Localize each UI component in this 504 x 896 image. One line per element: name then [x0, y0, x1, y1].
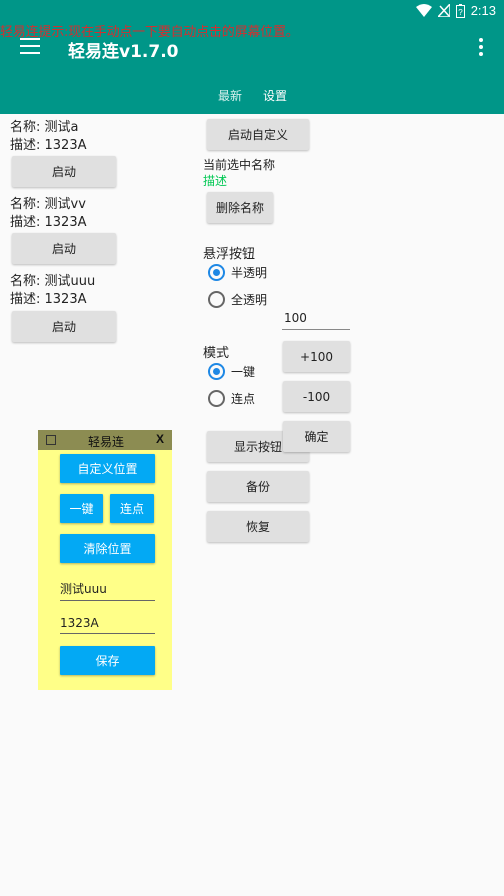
start-button[interactable]: 启动 — [12, 156, 116, 187]
status-bar: ? 2:13 — [0, 0, 504, 22]
panel-title-bar[interactable]: 轻易连 X — [38, 430, 172, 450]
app-title: 轻易连v1.7.0 — [68, 42, 179, 62]
radio-checked-icon — [208, 363, 225, 380]
item-name: 名称: 测试a — [10, 120, 79, 135]
radio-unchecked-icon — [208, 390, 225, 407]
svg-text:?: ? — [458, 8, 463, 17]
wifi-icon — [415, 4, 432, 17]
current-name-label: 当前选中名称 — [203, 158, 276, 172]
name-field[interactable]: 测试uuu — [60, 580, 155, 601]
radio-fully-transparent[interactable]: 全透明 — [208, 291, 267, 308]
restore-button[interactable]: 恢复 — [207, 511, 309, 542]
radio-one-key[interactable]: 一键 — [208, 363, 255, 380]
backup-button[interactable]: 备份 — [207, 471, 309, 502]
menu-icon[interactable] — [20, 38, 40, 54]
plus-100-button[interactable]: +100 — [283, 341, 350, 372]
start-button[interactable]: 启动 — [12, 233, 116, 264]
radio-multi-click[interactable]: 连点 — [208, 390, 255, 407]
item-name: 名称: 测试vv — [10, 197, 86, 212]
clock: 2:13 — [470, 3, 496, 18]
one-key-button[interactable]: 一键 — [60, 494, 103, 523]
panel-title: 轻易连 — [88, 435, 125, 449]
radio-label: 半透明 — [231, 266, 268, 280]
close-icon[interactable]: X — [156, 432, 164, 446]
tab-settings[interactable]: 设置 — [263, 87, 287, 104]
radio-semi-transparent[interactable]: 半透明 — [208, 264, 267, 281]
floating-panel[interactable]: 轻易连 X 自定义位置 一键 连点 清除位置 测试uuu 1323A 保存 — [38, 430, 172, 690]
desc-field[interactable]: 1323A — [60, 616, 155, 634]
current-desc-value: 描述 — [203, 174, 228, 188]
float-button-label: 悬浮按钮 — [203, 247, 256, 262]
no-signal-icon — [437, 4, 450, 17]
item-desc: 描述: 1323A — [10, 138, 87, 153]
save-button[interactable]: 保存 — [60, 646, 155, 675]
number-input[interactable]: 100 — [284, 311, 307, 325]
checkbox-icon[interactable] — [46, 435, 56, 445]
minus-100-button[interactable]: -100 — [283, 381, 350, 412]
overflow-menu-icon[interactable] — [478, 38, 484, 56]
start-button[interactable]: 启动 — [12, 311, 116, 342]
item-name: 名称: 测试uuu — [10, 274, 96, 289]
mode-label: 模式 — [203, 346, 230, 361]
start-custom-button[interactable]: 启动自定义 — [207, 119, 309, 150]
multi-click-button[interactable]: 连点 — [110, 494, 154, 523]
tab-latest[interactable]: 最新 — [218, 87, 242, 104]
item-desc: 描述: 1323A — [10, 292, 87, 307]
custom-position-button[interactable]: 自定义位置 — [60, 454, 155, 483]
radio-label: 连点 — [231, 392, 256, 406]
number-input-underline — [282, 329, 350, 330]
battery-icon: ? — [455, 3, 465, 18]
radio-checked-icon — [208, 264, 225, 281]
clear-position-button[interactable]: 清除位置 — [60, 534, 155, 563]
radio-label: 全透明 — [231, 293, 268, 307]
delete-name-button[interactable]: 删除名称 — [207, 192, 273, 223]
status-icons: ? 2:13 — [415, 3, 496, 18]
radio-unchecked-icon — [208, 291, 225, 308]
confirm-button[interactable]: 确定 — [283, 421, 350, 452]
radio-label: 一键 — [231, 365, 256, 379]
item-desc: 描述: 1323A — [10, 215, 87, 230]
